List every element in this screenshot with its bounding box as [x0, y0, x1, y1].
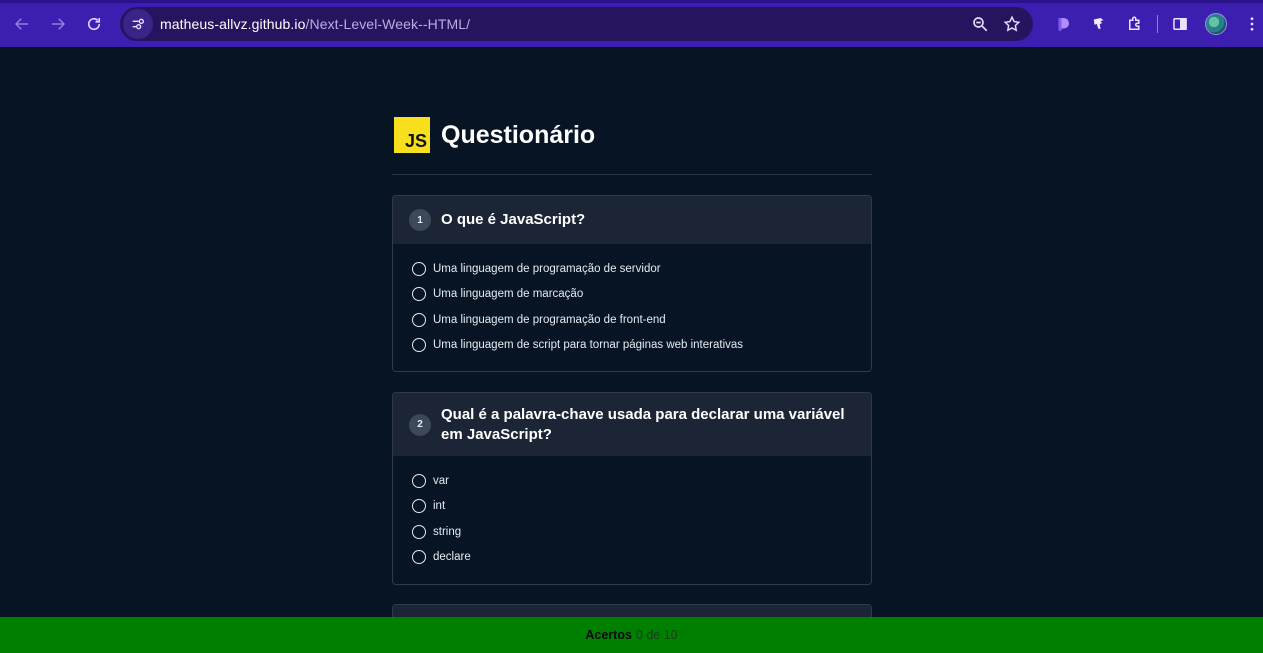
- radio-button[interactable]: [412, 312, 426, 327]
- option-item[interactable]: string: [412, 519, 853, 545]
- option-label: Uma linguagem de script para tornar pági…: [433, 339, 744, 352]
- score-value: 0 de 10: [635, 628, 678, 642]
- quiz-header: JS Questionário: [394, 117, 595, 153]
- option-item[interactable]: int: [412, 494, 853, 520]
- extensions-puzzle-icon: [1129, 16, 1140, 30]
- extensions-area: [1045, 0, 1263, 47]
- browser-toolbar: matheus-allvz.github.io/Next-Level-Week-…: [0, 0, 1263, 47]
- question-header: [393, 605, 871, 617]
- toolbar-separator: [1157, 14, 1158, 33]
- option-item[interactable]: Uma linguagem de programação de front-en…: [412, 307, 853, 333]
- extension-button-2[interactable]: [1081, 6, 1117, 42]
- question-card-2: 2 Qual é a palavra-chave usada para decl…: [392, 392, 872, 585]
- js-logo: JS: [394, 117, 430, 153]
- option-label: int: [433, 500, 446, 513]
- url-path: /Next-Level-Week--HTML/: [305, 16, 471, 32]
- radio-button[interactable]: [412, 550, 426, 565]
- question-text: Qual é a palavra-chave usada para declar…: [441, 405, 845, 443]
- question-header: 1 O que é JavaScript?: [393, 196, 871, 244]
- site-settings-button[interactable]: [123, 9, 153, 39]
- option-label: Uma linguagem de programação de front-en…: [433, 313, 666, 326]
- question-card-3: [392, 604, 872, 617]
- score-label: Acertos: [585, 628, 632, 642]
- bookmark-star-icon[interactable]: [1003, 15, 1021, 33]
- menu-button[interactable]: [1234, 6, 1263, 42]
- options-list: Uma linguagem de programação de servidor…: [393, 244, 871, 358]
- option-label: Uma linguagem de programação de servidor: [433, 262, 661, 275]
- back-icon: [14, 17, 28, 30]
- forward-button[interactable]: [40, 6, 76, 42]
- js-logo-text: JS: [404, 131, 427, 151]
- reload-button[interactable]: [76, 6, 112, 42]
- profile-avatar: [1205, 12, 1227, 35]
- url-text[interactable]: matheus-allvz.github.io/Next-Level-Week-…: [160, 16, 470, 32]
- zoom-icon[interactable]: [971, 15, 989, 33]
- option-item[interactable]: var: [412, 468, 853, 494]
- extensions-button[interactable]: [1117, 6, 1153, 42]
- page-title: Questionário: [441, 120, 596, 149]
- side-panel-icon: [1173, 17, 1187, 30]
- options-list: var int string declare: [393, 456, 871, 570]
- question-card-1: 1 O que é JavaScript? Uma linguagem de p…: [392, 195, 872, 372]
- side-panel-button[interactable]: [1162, 6, 1198, 42]
- page-viewport: JS Questionário 1 O que é JavaScript? Um…: [0, 47, 1263, 617]
- radio-button[interactable]: [412, 261, 426, 276]
- question-number: 2: [409, 413, 431, 436]
- option-item[interactable]: Uma linguagem de programação de servidor: [412, 256, 853, 282]
- question-number: 1: [409, 209, 431, 231]
- question-header: 2 Qual é a palavra-chave usada para decl…: [393, 393, 871, 456]
- question-text: O que é JavaScript?: [441, 211, 586, 228]
- forward-icon: [52, 17, 66, 30]
- header-divider: [392, 174, 872, 175]
- radio-button[interactable]: [412, 524, 426, 539]
- radio-button[interactable]: [412, 287, 426, 302]
- radio-button[interactable]: [412, 338, 426, 353]
- extension-button-1[interactable]: [1045, 6, 1081, 42]
- option-label: Uma linguagem de marcação: [433, 288, 584, 301]
- option-item[interactable]: Uma linguagem de script para tornar pági…: [412, 333, 853, 359]
- extension-icon: [1093, 17, 1104, 29]
- url-host: matheus-allvz.github.io: [160, 16, 306, 32]
- option-label: string: [433, 525, 462, 538]
- radio-button[interactable]: [412, 499, 426, 514]
- extension-icon: [1058, 17, 1069, 31]
- option-item[interactable]: Uma linguagem de marcação: [412, 282, 853, 308]
- score-footer: Acertos 0 de 10: [0, 617, 1263, 653]
- back-button[interactable]: [4, 6, 40, 42]
- option-item[interactable]: declare: [412, 545, 853, 571]
- option-label: declare: [433, 551, 471, 564]
- address-bar[interactable]: matheus-allvz.github.io/Next-Level-Week-…: [120, 7, 1033, 41]
- option-label: var: [433, 474, 449, 487]
- radio-button[interactable]: [412, 473, 426, 488]
- reload-icon: [87, 17, 101, 30]
- menu-icon: [1250, 16, 1254, 31]
- site-settings-icon: [132, 18, 144, 30]
- profile-button[interactable]: [1198, 6, 1234, 42]
